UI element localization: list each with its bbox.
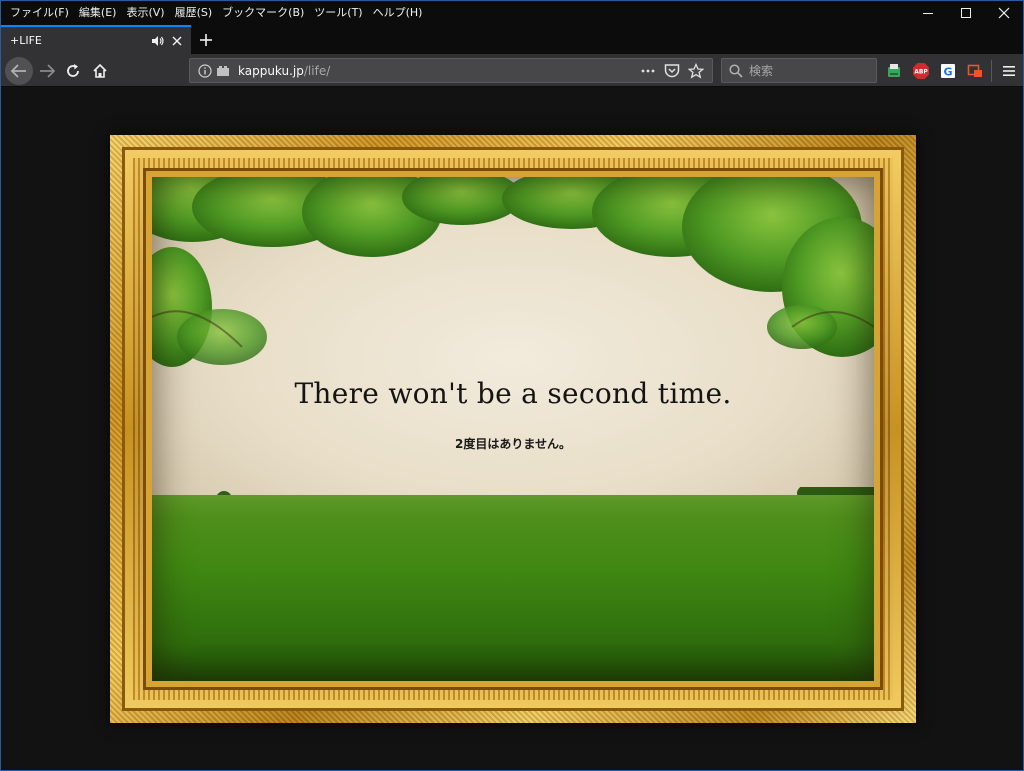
adblock-plus-button[interactable]: ABP (911, 61, 931, 81)
tab-title: +LIFE (10, 34, 42, 47)
menu-edit[interactable]: 編集(E) (74, 1, 122, 25)
menu-history[interactable]: 履歴(S) (170, 1, 218, 25)
reload-icon (67, 64, 79, 77)
bookmark-star-button[interactable] (684, 60, 708, 82)
menu-view[interactable]: 表示(V) (121, 1, 169, 25)
adblock-icon: ABP (913, 63, 929, 79)
close-window-button[interactable] (985, 1, 1023, 25)
tab-life[interactable]: +LIFE (1, 25, 191, 54)
site-info-icon[interactable] (197, 63, 213, 79)
screenshot-icon (967, 64, 982, 77)
menu-bar: ファイル(F) 編集(E) 表示(V) 履歴(S) ブックマーク(B) ツール(… (1, 1, 1023, 25)
plus-icon (200, 33, 212, 46)
star-icon (688, 62, 704, 79)
grammar-extension-button[interactable]: G (938, 61, 958, 81)
url-bar[interactable]: kappuku.jp/life/ (189, 58, 713, 83)
page-subline: 2度目はありません。 (455, 437, 571, 451)
toolbar-separator (991, 60, 992, 82)
back-button[interactable] (5, 57, 33, 85)
menu-items: ファイル(F) 編集(E) 表示(V) 履歴(S) ブックマーク(B) ツール(… (1, 1, 427, 25)
tab-close-button[interactable] (169, 33, 185, 49)
home-icon (93, 63, 107, 78)
browser-window: ファイル(F) 編集(E) 表示(V) 履歴(S) ブックマーク(B) ツール(… (0, 0, 1024, 771)
menu-help[interactable]: ヘルプ(H) (368, 1, 428, 25)
url-text: kappuku.jp/life/ (238, 64, 330, 78)
speaker-icon[interactable] (150, 33, 166, 49)
reload-button[interactable] (59, 57, 87, 85)
maximize-button[interactable] (947, 1, 985, 25)
gold-picture-frame: There won't be a second time. 2度目はありません。 (110, 135, 916, 723)
open-menu-button[interactable] (997, 59, 1021, 83)
g-label: G (943, 66, 952, 79)
url-domain: kappuku.jp (238, 63, 304, 78)
url-actions (636, 59, 708, 82)
grass-field (152, 495, 874, 681)
back-arrow-icon (11, 64, 26, 78)
search-bar[interactable]: 検索 (721, 58, 877, 83)
permissions-icon[interactable] (216, 65, 230, 77)
menu-file[interactable]: ファイル(F) (5, 1, 74, 25)
navigation-toolbar: kappuku.jp/life/ 検索 ABP G (1, 54, 1023, 87)
home-button[interactable] (86, 57, 114, 85)
pocket-icon (664, 64, 680, 78)
search-icon (728, 63, 744, 79)
forward-arrow-icon (40, 64, 55, 78)
more-dots-icon (641, 69, 655, 72)
url-path: /life/ (303, 63, 331, 78)
forward-button[interactable] (33, 57, 61, 85)
extension-save-button[interactable] (884, 61, 904, 81)
menu-bookmarks[interactable]: ブックマーク(B) (217, 1, 309, 25)
screenshot-extension-button[interactable] (965, 61, 985, 81)
abp-label: ABP (914, 69, 928, 76)
close-icon (998, 7, 1010, 19)
minimize-icon (923, 13, 933, 14)
hamburger-icon (1003, 66, 1015, 76)
painting-canvas: There won't be a second time. 2度目はありません。 (152, 177, 874, 681)
new-tab-button[interactable] (193, 25, 219, 54)
page-actions-button[interactable] (636, 60, 660, 82)
window-controls (909, 1, 1023, 25)
g-extension-icon: G (941, 64, 955, 79)
save-extension-icon (888, 64, 900, 77)
menu-tools[interactable]: ツール(T) (309, 1, 367, 25)
page-content: There won't be a second time. 2度目はありません。 (1, 87, 1023, 770)
search-placeholder: 検索 (749, 64, 774, 78)
minimize-button[interactable] (909, 1, 947, 25)
pocket-button[interactable] (660, 60, 684, 82)
tab-strip: +LIFE (1, 25, 1023, 54)
maximize-icon (961, 8, 971, 18)
close-tab-icon (172, 36, 182, 45)
page-headline: There won't be a second time. (294, 377, 732, 410)
